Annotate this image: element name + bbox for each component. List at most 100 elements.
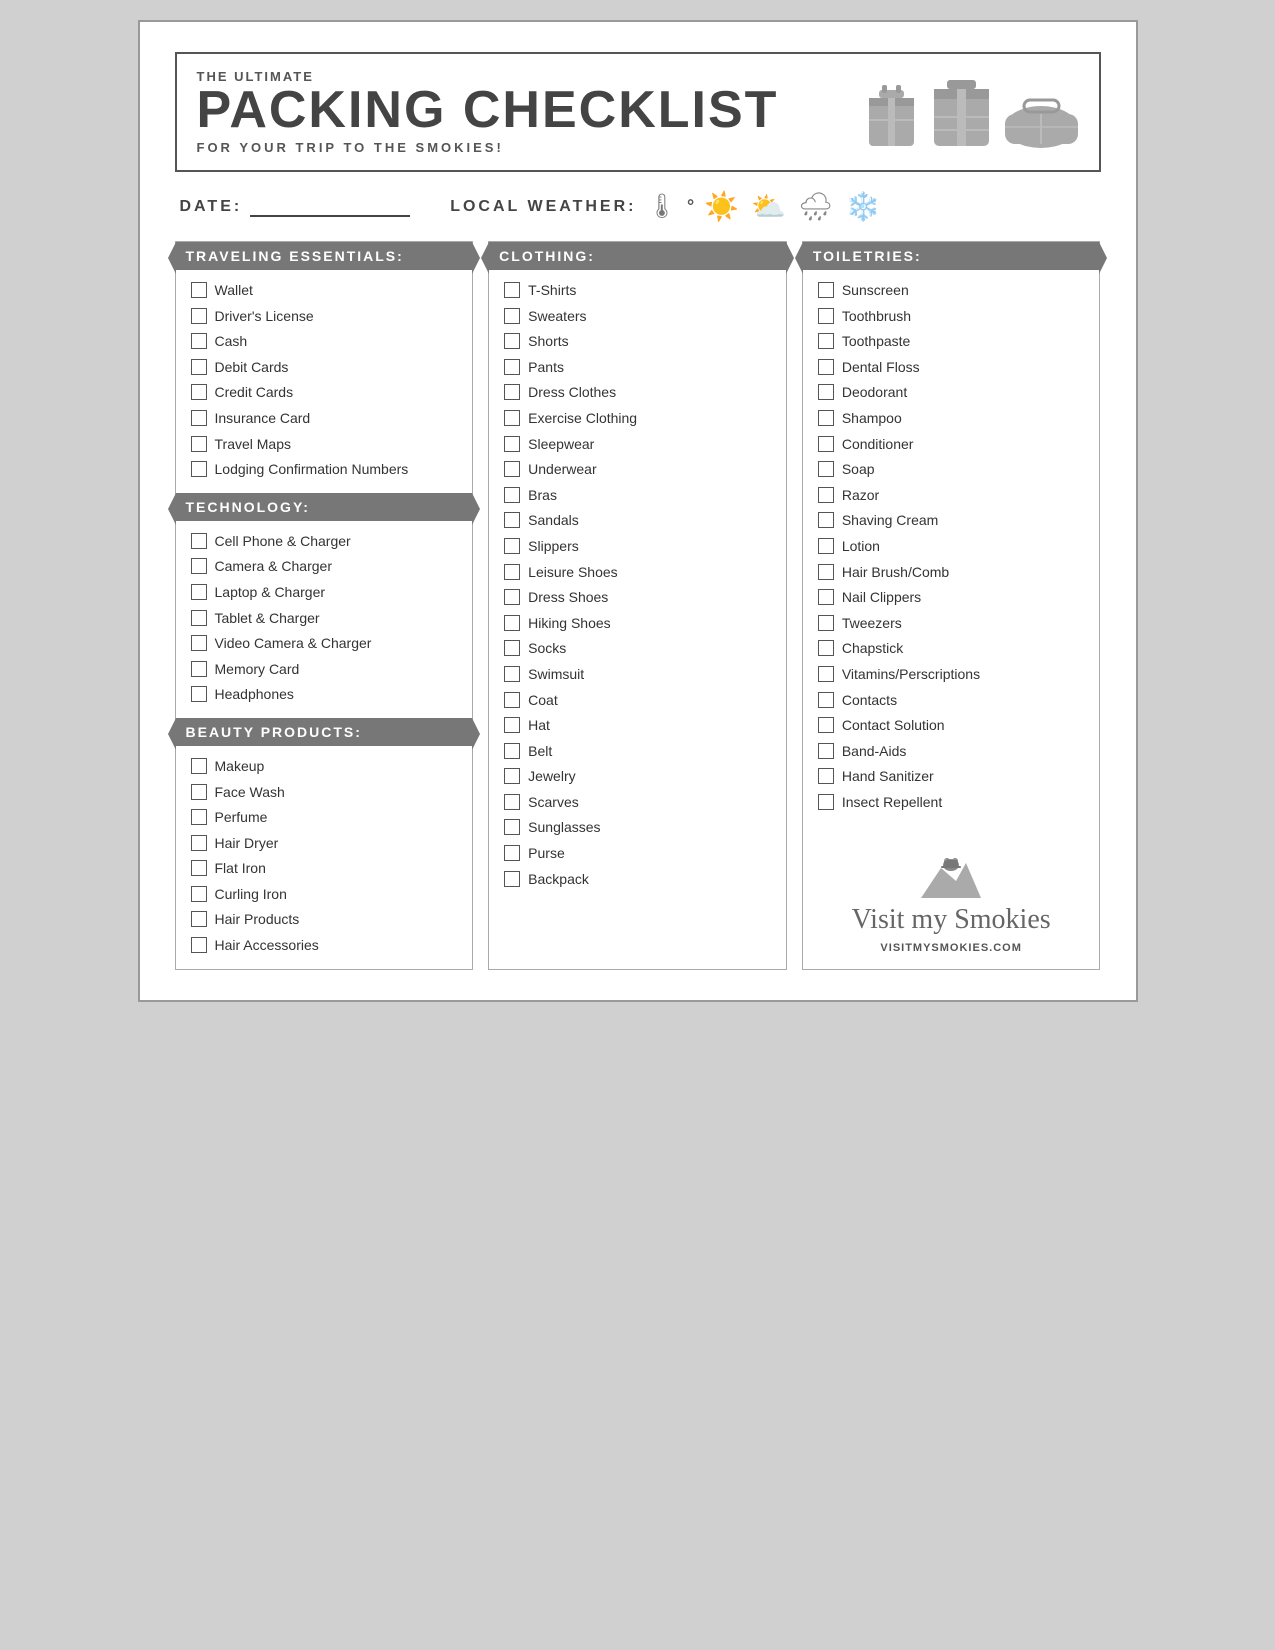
- list-item[interactable]: Driver's License: [191, 304, 463, 330]
- checkbox[interactable]: [818, 359, 834, 375]
- checkbox[interactable]: [818, 282, 834, 298]
- checkbox[interactable]: [818, 692, 834, 708]
- list-item[interactable]: Sunglasses: [504, 815, 776, 841]
- checkbox[interactable]: [818, 487, 834, 503]
- list-item[interactable]: Jewelry: [504, 764, 776, 790]
- checkbox[interactable]: [504, 717, 520, 733]
- checkbox[interactable]: [818, 384, 834, 400]
- checkbox[interactable]: [191, 758, 207, 774]
- list-item[interactable]: Tablet & Charger: [191, 606, 463, 632]
- checkbox[interactable]: [818, 512, 834, 528]
- list-item[interactable]: Contact Solution: [818, 713, 1090, 739]
- checkbox[interactable]: [191, 533, 207, 549]
- list-item[interactable]: Dress Clothes: [504, 380, 776, 406]
- checkbox[interactable]: [191, 860, 207, 876]
- list-item[interactable]: Debit Cards: [191, 355, 463, 381]
- checkbox[interactable]: [504, 871, 520, 887]
- list-item[interactable]: Toothbrush: [818, 304, 1090, 330]
- checkbox[interactable]: [191, 410, 207, 426]
- list-item[interactable]: Sleepwear: [504, 432, 776, 458]
- checkbox[interactable]: [818, 717, 834, 733]
- list-item[interactable]: Hair Dryer: [191, 831, 463, 857]
- list-item[interactable]: Cell Phone & Charger: [191, 529, 463, 555]
- checkbox[interactable]: [191, 784, 207, 800]
- list-item[interactable]: Dental Floss: [818, 355, 1090, 381]
- list-item[interactable]: Socks: [504, 636, 776, 662]
- list-item[interactable]: Laptop & Charger: [191, 580, 463, 606]
- list-item[interactable]: Perfume: [191, 805, 463, 831]
- checkbox[interactable]: [818, 308, 834, 324]
- checkbox[interactable]: [504, 589, 520, 605]
- checkbox[interactable]: [191, 635, 207, 651]
- checkbox[interactable]: [504, 666, 520, 682]
- checkbox[interactable]: [504, 410, 520, 426]
- checkbox[interactable]: [818, 461, 834, 477]
- checkbox[interactable]: [818, 333, 834, 349]
- checkbox[interactable]: [191, 359, 207, 375]
- list-item[interactable]: Video Camera & Charger: [191, 631, 463, 657]
- checkbox[interactable]: [818, 564, 834, 580]
- checkbox[interactable]: [504, 743, 520, 759]
- list-item[interactable]: T-Shirts: [504, 278, 776, 304]
- list-item[interactable]: Lodging Confirmation Numbers: [191, 457, 463, 483]
- checkbox[interactable]: [504, 794, 520, 810]
- list-item[interactable]: Coat: [504, 688, 776, 714]
- checkbox[interactable]: [191, 384, 207, 400]
- checkbox[interactable]: [504, 819, 520, 835]
- checkbox[interactable]: [818, 743, 834, 759]
- checkbox[interactable]: [504, 538, 520, 554]
- list-item[interactable]: Exercise Clothing: [504, 406, 776, 432]
- list-item[interactable]: Chapstick: [818, 636, 1090, 662]
- checkbox[interactable]: [191, 886, 207, 902]
- checkbox[interactable]: [504, 384, 520, 400]
- list-item[interactable]: Hair Products: [191, 907, 463, 933]
- list-item[interactable]: Purse: [504, 841, 776, 867]
- checkbox[interactable]: [191, 937, 207, 953]
- checkbox[interactable]: [504, 692, 520, 708]
- checkbox[interactable]: [504, 461, 520, 477]
- list-item[interactable]: Hiking Shoes: [504, 611, 776, 637]
- list-item[interactable]: Sweaters: [504, 304, 776, 330]
- checkbox[interactable]: [818, 615, 834, 631]
- checkbox[interactable]: [504, 333, 520, 349]
- list-item[interactable]: Nail Clippers: [818, 585, 1090, 611]
- list-item[interactable]: Hand Sanitizer: [818, 764, 1090, 790]
- checkbox[interactable]: [818, 538, 834, 554]
- list-item[interactable]: Contacts: [818, 688, 1090, 714]
- list-item[interactable]: Deodorant: [818, 380, 1090, 406]
- list-item[interactable]: Swimsuit: [504, 662, 776, 688]
- checkbox[interactable]: [504, 359, 520, 375]
- list-item[interactable]: Vitamins/Perscriptions: [818, 662, 1090, 688]
- checkbox[interactable]: [191, 308, 207, 324]
- checkbox[interactable]: [504, 615, 520, 631]
- checkbox[interactable]: [191, 686, 207, 702]
- list-item[interactable]: Tweezers: [818, 611, 1090, 637]
- checkbox[interactable]: [504, 282, 520, 298]
- list-item[interactable]: Underwear: [504, 457, 776, 483]
- date-input-line[interactable]: [250, 197, 410, 217]
- list-item[interactable]: Dress Shoes: [504, 585, 776, 611]
- list-item[interactable]: Memory Card: [191, 657, 463, 683]
- checkbox[interactable]: [504, 845, 520, 861]
- checkbox[interactable]: [504, 768, 520, 784]
- checkbox[interactable]: [191, 436, 207, 452]
- list-item[interactable]: Insect Repellent: [818, 790, 1090, 816]
- list-item[interactable]: Makeup: [191, 754, 463, 780]
- checkbox[interactable]: [191, 809, 207, 825]
- list-item[interactable]: Band-Aids: [818, 739, 1090, 765]
- checkbox[interactable]: [818, 589, 834, 605]
- list-item[interactable]: Soap: [818, 457, 1090, 483]
- checkbox[interactable]: [818, 768, 834, 784]
- checkbox[interactable]: [191, 584, 207, 600]
- list-item[interactable]: Camera & Charger: [191, 554, 463, 580]
- checkbox[interactable]: [191, 911, 207, 927]
- checkbox[interactable]: [504, 308, 520, 324]
- list-item[interactable]: Cash: [191, 329, 463, 355]
- list-item[interactable]: Lotion: [818, 534, 1090, 560]
- checkbox[interactable]: [818, 410, 834, 426]
- list-item[interactable]: Hat: [504, 713, 776, 739]
- list-item[interactable]: Hair Brush/Comb: [818, 560, 1090, 586]
- list-item[interactable]: Scarves: [504, 790, 776, 816]
- checkbox[interactable]: [504, 564, 520, 580]
- list-item[interactable]: Hair Accessories: [191, 933, 463, 959]
